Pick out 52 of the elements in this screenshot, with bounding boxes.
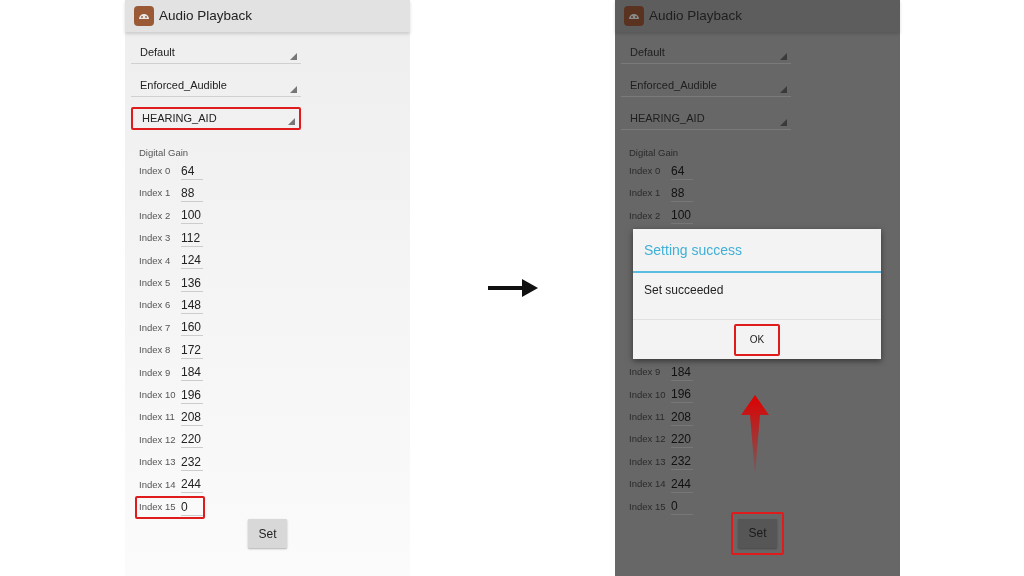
gain-value-field[interactable]: 100 bbox=[181, 207, 203, 225]
dropdown-triangle-icon bbox=[290, 86, 297, 93]
gain-value-field[interactable]: 88 bbox=[181, 185, 203, 203]
gain-value-field[interactable]: 220 bbox=[181, 431, 203, 449]
dropdown-triangle-icon bbox=[288, 118, 295, 125]
set-button[interactable]: Set bbox=[248, 519, 287, 549]
index-label: Index 7 bbox=[139, 320, 172, 335]
app-title: Audio Playback bbox=[649, 6, 743, 25]
gain-value-field[interactable]: 136 bbox=[181, 274, 203, 292]
section-label: Digital Gain bbox=[138, 147, 190, 159]
app-icon bbox=[134, 6, 154, 26]
gain-value-field[interactable]: 0 bbox=[181, 498, 203, 516]
gain-value-field[interactable]: 148 bbox=[181, 297, 203, 315]
dropdown-triangle-icon bbox=[780, 119, 787, 126]
ok-button[interactable]: OK bbox=[734, 323, 780, 356]
gain-value-field[interactable]: 160 bbox=[181, 319, 203, 337]
section-label: Digital Gain bbox=[628, 147, 680, 159]
gain-value-field[interactable]: 208 bbox=[181, 409, 203, 426]
index-label: Index 13 bbox=[139, 455, 177, 470]
index-label: Index 5 bbox=[139, 276, 172, 291]
index-label: Index 14 bbox=[139, 477, 177, 492]
dropdown[interactable]: Enforced_Audible bbox=[131, 74, 301, 97]
right-arrow-icon bbox=[487, 278, 538, 298]
app-icon bbox=[624, 6, 644, 26]
gain-value-field[interactable]: 196 bbox=[181, 386, 203, 404]
index-label: Index 2 bbox=[139, 208, 172, 223]
index-label: Index 0 bbox=[139, 164, 172, 179]
index-label: Index 12 bbox=[139, 432, 177, 447]
index-label: Index 6 bbox=[139, 298, 172, 313]
dropdown-triangle-icon bbox=[780, 53, 787, 60]
dialog-title: Setting success bbox=[633, 229, 881, 274]
index-label: Index 1 bbox=[139, 186, 172, 201]
index-label: Index 10 bbox=[139, 388, 177, 402]
dialog-message: Set succeeded bbox=[643, 282, 725, 300]
index-label: Index 15 bbox=[139, 499, 177, 514]
index-label: Index 9 bbox=[139, 365, 172, 380]
dropdown-triangle-icon bbox=[290, 53, 297, 60]
index-label: Index 3 bbox=[139, 231, 172, 246]
dropdown-triangle-icon bbox=[780, 86, 787, 93]
gain-value-field[interactable]: 64 bbox=[181, 162, 203, 180]
dropdown[interactable]: HEARING_AID bbox=[131, 107, 301, 130]
gain-value-field[interactable]: 184 bbox=[181, 364, 203, 382]
gain-value-field[interactable]: 244 bbox=[181, 476, 203, 494]
gain-value-field[interactable]: 112 bbox=[181, 229, 203, 247]
index-label: Index 8 bbox=[139, 343, 172, 358]
dropdown[interactable]: Default bbox=[131, 41, 301, 64]
index-label: Index 11 bbox=[139, 410, 176, 425]
gain-value-field[interactable]: 232 bbox=[181, 453, 203, 471]
app-title: Audio Playback bbox=[159, 6, 253, 25]
index-label: Index 4 bbox=[139, 253, 172, 268]
gain-value-field[interactable]: 172 bbox=[181, 341, 203, 359]
gain-value-field[interactable]: 124 bbox=[181, 252, 203, 270]
